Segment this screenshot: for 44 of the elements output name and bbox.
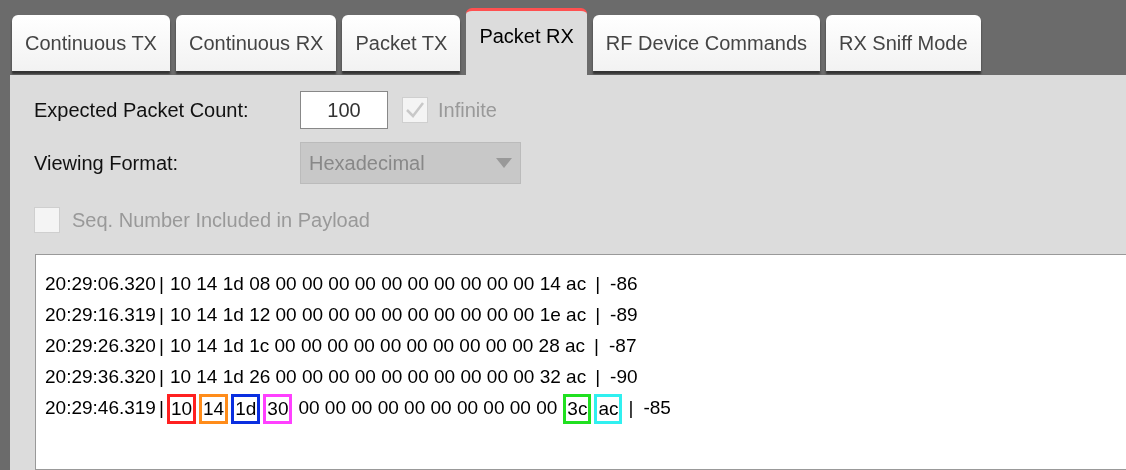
hex-bytes: 10 14 1d 08 00 00 00 00 00 00 00 00 00 00 14 ac: [169, 272, 587, 297]
separator: |: [158, 396, 164, 421]
separator: |: [158, 272, 164, 297]
highlighted-byte: 30: [263, 393, 293, 424]
rssi-value: -90: [610, 365, 638, 390]
hex-bytes: 10 14 1d 1c 00 00 00 00 00 00 00 00 00 00 28 ac: [169, 334, 586, 359]
timestamp: 20:29:06.320: [45, 272, 156, 297]
tab[interactable]: Continuous RX: [175, 15, 337, 71]
separator: |: [595, 303, 601, 328]
rssi-value: -89: [610, 303, 638, 328]
highlighted-byte: 1d: [231, 393, 261, 424]
rssi-value: -85: [643, 396, 671, 421]
highlighted-byte: ac: [594, 393, 623, 424]
separator: |: [595, 272, 601, 297]
highlighted-byte: 10: [166, 393, 197, 424]
tab[interactable]: Packet RX: [466, 8, 587, 75]
separator: |: [158, 303, 164, 328]
tab[interactable]: RX Sniff Mode: [826, 15, 981, 71]
timestamp: 20:29:46.319: [45, 396, 156, 421]
field-label: Viewing Format:: [34, 151, 180, 176]
tab[interactable]: Packet TX: [342, 15, 461, 71]
checkmark-icon: [405, 101, 425, 119]
separator: |: [628, 396, 634, 421]
timestamp: 20:29:36.320: [45, 365, 156, 390]
separator: |: [158, 365, 164, 390]
timestamp: 20:29:16.319: [45, 303, 156, 328]
hex-bytes: 10 14 1d 12 00 00 00 00 00 00 00 00 00 00 1e ac: [169, 303, 587, 328]
rssi-value: -87: [609, 334, 637, 359]
separator: |: [158, 334, 164, 359]
tab[interactable]: Continuous TX: [12, 15, 170, 71]
separator: |: [594, 334, 600, 359]
highlighted-byte: 3c: [563, 393, 592, 424]
separator: |: [595, 365, 601, 390]
hex-bytes: 10 14 1d 26 00 00 00 00 00 00 00 00 00 00 32 ac: [169, 365, 587, 390]
dropdown-arrow-icon: [496, 158, 512, 168]
checkbox-label: Infinite: [438, 98, 497, 123]
hex-bytes: 00 00 00 00 00 00 00 00 00 00: [298, 396, 558, 421]
rssi-value: -86: [610, 272, 638, 297]
highlighted-byte: 14: [199, 393, 229, 424]
packet-count-field[interactable]: 100: [300, 91, 388, 129]
timestamp: 20:29:26.320: [45, 334, 156, 359]
tab[interactable]: RF Device Commands: [592, 15, 821, 71]
field-label: Expected Packet Count:: [34, 98, 250, 123]
checkbox-label: Seq. Number Included in Payload: [72, 208, 370, 233]
